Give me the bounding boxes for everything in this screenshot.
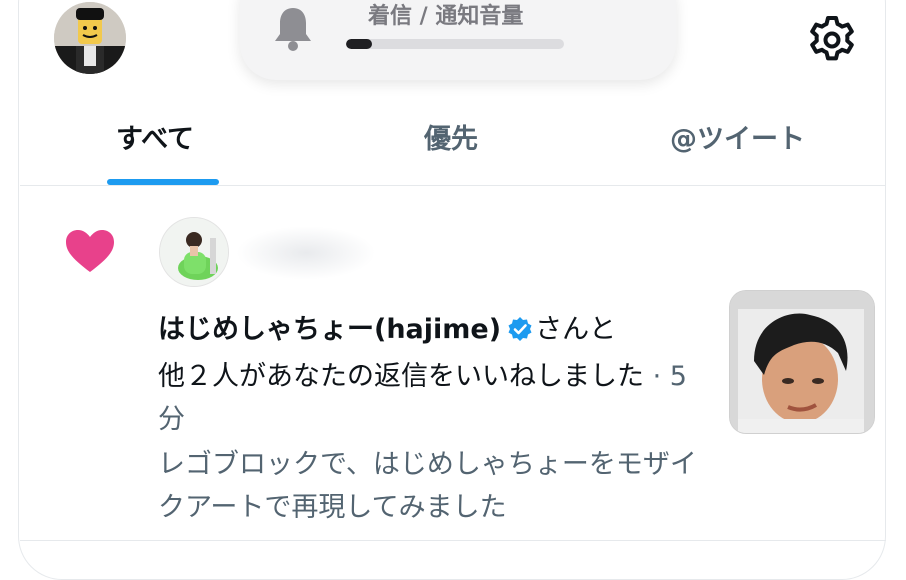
action-text-1: さんと bbox=[535, 314, 617, 345]
user-name[interactable]: はじめしゃちょー(hajime) bbox=[158, 314, 501, 345]
tab-priority[interactable]: 優先 bbox=[424, 117, 478, 156]
notification-text[interactable]: はじめしゃちょー(hajime) さんと 他２人があなたの返信をいいねしました · … bbox=[158, 308, 698, 441]
heart-icon bbox=[64, 228, 116, 278]
tab-all[interactable]: すべて bbox=[116, 117, 194, 156]
tweet-media-thumbnail[interactable] bbox=[730, 291, 874, 433]
gear-icon[interactable] bbox=[806, 14, 858, 70]
volume-hud: 着信 / 通知音量 bbox=[240, 0, 676, 80]
liker-avatar[interactable] bbox=[160, 218, 228, 286]
action-text-2: 他２人があなたの返信をいいねしました bbox=[158, 361, 644, 392]
bell-icon bbox=[272, 4, 314, 56]
item-divider bbox=[20, 540, 886, 541]
profile-avatar[interactable] bbox=[54, 2, 126, 74]
volume-level-fill bbox=[346, 39, 373, 49]
volume-hud-title: 着信 / 通知音量 bbox=[368, 4, 524, 29]
tab-mentions[interactable]: @ツイート bbox=[670, 117, 805, 156]
notification-tabs: すべて 優先 @ツイート bbox=[20, 95, 886, 185]
time-separator: · bbox=[644, 361, 670, 392]
tweet-snippet[interactable]: レゴブロックで、はじめしゃちょーをモザイクアートで再現してみました bbox=[158, 443, 718, 529]
volume-slider[interactable] bbox=[346, 39, 564, 49]
tabs-divider bbox=[20, 185, 886, 186]
blurred-region bbox=[236, 226, 376, 280]
verified-badge-icon bbox=[507, 312, 533, 355]
